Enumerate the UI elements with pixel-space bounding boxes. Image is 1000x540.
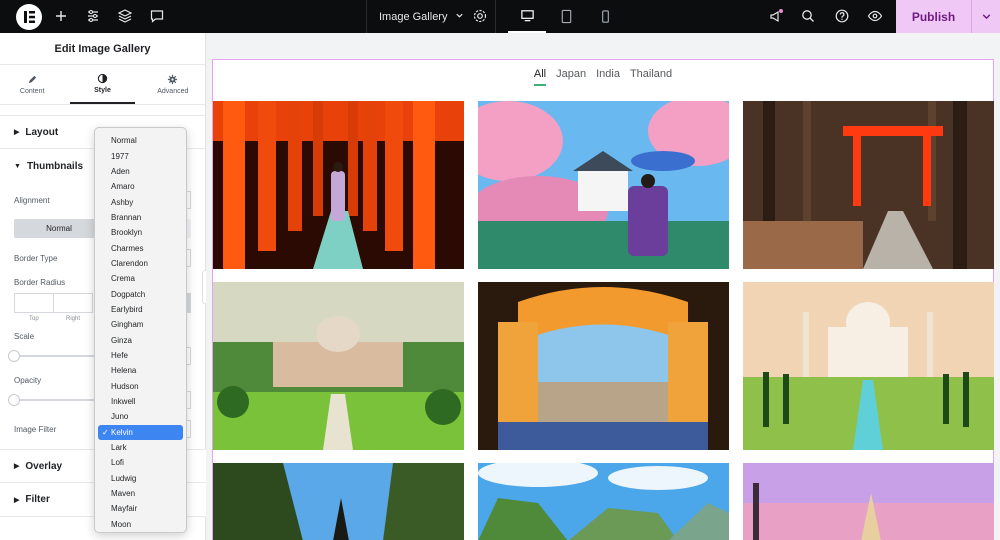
publish-options-chevron-icon[interactable] [971, 0, 1000, 33]
filter-india[interactable]: India [596, 68, 620, 86]
site-settings-icon[interactable] [83, 6, 103, 26]
dropdown-option[interactable]: Crema [95, 271, 186, 286]
tab-advanced-label: Advanced [157, 88, 189, 95]
scale-label: Scale [14, 332, 35, 341]
dropdown-option-selected-label: Kelvin [111, 427, 133, 437]
elementor-logo-icon[interactable] [16, 4, 42, 30]
filter-thailand[interactable]: Thailand [630, 68, 672, 86]
border-radius-right-input[interactable] [53, 293, 93, 313]
section-thumbnails-label: Thumbnails [26, 160, 84, 172]
dropdown-option[interactable]: Lark [95, 440, 186, 455]
dropdown-option[interactable]: Ginza [95, 332, 186, 347]
publish-button[interactable]: Publish [896, 0, 971, 33]
filter-japan[interactable]: Japan [556, 68, 586, 86]
dropdown-option[interactable]: Earlybird [95, 302, 186, 317]
whats-new-megaphone-icon[interactable] [766, 6, 786, 26]
caret-right-icon: ▶ [14, 496, 20, 504]
dropdown-option[interactable]: Juno [95, 409, 186, 424]
top-bar: Image Gallery Publish [0, 0, 1000, 33]
dropdown-option[interactable]: Mayfair [95, 501, 186, 516]
normal-state-button[interactable]: Normal [14, 219, 104, 238]
tab-content-label: Content [19, 88, 45, 95]
mobile-view-icon[interactable] [586, 0, 624, 33]
document-title: Image Gallery [379, 10, 448, 23]
dropdown-option[interactable]: Hefe [95, 348, 186, 363]
add-element-icon[interactable] [51, 6, 71, 26]
filter-all[interactable]: All [533, 68, 547, 86]
gallery-filter-bar: All Japan India Thailand [213, 68, 993, 86]
section-filter-label: Filter [25, 494, 50, 505]
caret-down-icon: ▼ [14, 162, 21, 170]
border-type-label: Border Type [14, 254, 58, 263]
caret-right-icon: ▶ [14, 463, 20, 470]
border-radius-right-caption: Right [66, 316, 81, 322]
section-layout-label: Layout [25, 126, 59, 138]
tab-content[interactable]: Content [0, 65, 64, 104]
tablet-view-icon[interactable] [547, 0, 585, 33]
preview-eye-icon[interactable] [865, 6, 885, 26]
section-overlay-label: Overlay [25, 460, 63, 472]
gallery-image-jaipur-arch[interactable] [478, 282, 729, 450]
dropdown-option[interactable]: Inkwell [95, 394, 186, 409]
alignment-label: Alignment [14, 196, 50, 205]
scale-slider-knob[interactable] [8, 350, 20, 362]
gallery-image-thai-temple-cliffs[interactable] [213, 463, 464, 540]
dropdown-option[interactable]: Hudson [95, 379, 186, 394]
gallery-widget[interactable]: All Japan India Thailand [212, 59, 994, 540]
border-radius-top-input[interactable] [14, 293, 54, 313]
border-radius-top-caption: Top [29, 316, 39, 322]
tab-style-label: Style [94, 87, 111, 94]
panel-title: Edit Image Gallery [0, 33, 205, 65]
opacity-slider-knob[interactable] [8, 394, 20, 406]
image-filter-label: Image Filter [14, 425, 57, 434]
dropdown-option[interactable]: Charmes [95, 240, 186, 255]
dropdown-option[interactable]: Ashby [95, 194, 186, 209]
dropdown-option[interactable]: Brooklyn [95, 225, 186, 240]
dropdown-option[interactable]: Aden [95, 164, 186, 179]
gallery-image-taj-mahal[interactable] [743, 282, 994, 450]
pencil-icon [28, 75, 36, 84]
checkmark-icon: ✓ [102, 427, 109, 437]
panel-tabs: Content Style Advanced [0, 65, 205, 105]
tab-style[interactable]: Style [70, 65, 135, 104]
image-filter-dropdown[interactable]: Normal 1977 Aden Amaro Ashby Brannan Bro… [94, 127, 187, 533]
help-icon[interactable] [832, 6, 852, 26]
dropdown-option[interactable]: Brannan [95, 210, 186, 225]
dropdown-option[interactable]: Clarendon [95, 256, 186, 271]
gallery-image-thai-karst-bay[interactable] [478, 463, 729, 540]
dropdown-option[interactable]: Dogpatch [95, 286, 186, 301]
desktop-view-icon[interactable] [508, 0, 546, 33]
dropdown-option[interactable]: Lofi [95, 455, 186, 470]
opacity-slider-track[interactable] [14, 399, 99, 401]
gallery-image-thai-pagoda-sunset[interactable] [743, 463, 994, 540]
search-icon[interactable] [798, 6, 818, 26]
dropdown-option[interactable]: Normal [95, 133, 186, 148]
notes-comment-icon[interactable] [147, 6, 167, 26]
dropdown-option[interactable]: Maven [95, 486, 186, 501]
dropdown-option-selected[interactable]: ✓ Kelvin [98, 424, 183, 440]
opacity-label: Opacity [14, 376, 42, 385]
caret-right-icon: ▶ [14, 129, 20, 136]
gear-icon [168, 74, 178, 85]
gallery-image-torii-tunnel[interactable] [213, 101, 464, 269]
half-circle-icon [97, 73, 108, 84]
chevron-down-icon [455, 11, 464, 23]
dropdown-option[interactable]: Gingham [95, 317, 186, 332]
dropdown-option[interactable]: Helena [95, 363, 186, 378]
border-radius-label: Border Radius [14, 278, 66, 287]
dropdown-option[interactable]: Ludwig [95, 471, 186, 486]
gallery-image-forest-torii[interactable] [743, 101, 994, 269]
tab-advanced[interactable]: Advanced [141, 65, 205, 104]
dropdown-option[interactable]: Moon [95, 517, 186, 532]
page-settings-gear-icon[interactable] [470, 6, 490, 26]
structure-layers-icon[interactable] [115, 6, 135, 26]
dropdown-option[interactable]: 1977 [95, 148, 186, 163]
gallery-image-humayun-tomb[interactable] [213, 282, 464, 450]
gallery-image-himeji-castle[interactable] [478, 101, 729, 269]
scale-slider-track[interactable] [14, 355, 99, 357]
dropdown-option[interactable]: Amaro [95, 179, 186, 194]
